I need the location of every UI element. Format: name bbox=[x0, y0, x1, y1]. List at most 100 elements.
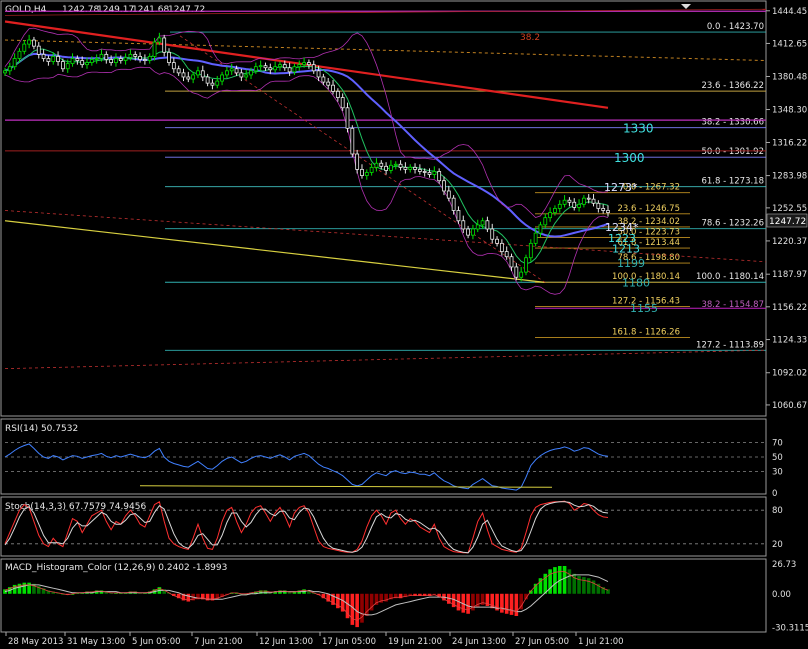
candle-body bbox=[70, 58, 75, 65]
price-tick-label: 1283.98 bbox=[772, 172, 807, 182]
time-tick-label: 1 Jul 21:00 bbox=[578, 637, 624, 647]
rsi-tick-label: 30 bbox=[772, 467, 783, 477]
price-tick-label: 1220.37 bbox=[772, 237, 807, 247]
candle-body bbox=[591, 198, 596, 204]
rsi-tick-label: 50 bbox=[772, 453, 783, 463]
chart-window: GOLD,H4 1242.78 1249.17 1241.68 1247.72 … bbox=[0, 0, 808, 649]
chart-canvas[interactable]: GOLD,H4 1242.78 1249.17 1241.68 1247.72 … bbox=[0, 0, 808, 649]
candle-body bbox=[471, 228, 475, 236]
stoch-tick-label: 80 bbox=[772, 506, 783, 516]
bollinger-lower bbox=[4, 66, 609, 295]
candle-body bbox=[490, 228, 495, 240]
candle-body bbox=[36, 45, 41, 55]
rsi-tick-label: 0 bbox=[772, 489, 777, 499]
macd-histogram-bar bbox=[553, 567, 557, 594]
candle-body bbox=[118, 58, 123, 61]
candle-body bbox=[114, 58, 118, 63]
fib-level-label: 0.0 - 1423.70 bbox=[707, 22, 764, 32]
candle-body bbox=[417, 169, 422, 172]
candle-body bbox=[56, 56, 60, 62]
time-tick-label: 19 Jun 21:00 bbox=[388, 637, 442, 647]
candle-body bbox=[142, 59, 147, 61]
fib-level-label: 38.2 - 1330.66 bbox=[701, 118, 764, 128]
candle-body bbox=[374, 162, 379, 168]
candle-body bbox=[225, 70, 229, 76]
candle-body bbox=[364, 172, 369, 176]
candle-body bbox=[485, 220, 490, 230]
macd-histogram-bar bbox=[562, 566, 567, 594]
macd-histogram-bar bbox=[519, 593, 523, 610]
candle-body bbox=[229, 68, 234, 72]
candle-body bbox=[495, 238, 499, 244]
candle-body bbox=[27, 39, 32, 45]
time-tick-label: 17 Jun 05:00 bbox=[322, 637, 376, 647]
candle-body bbox=[316, 70, 321, 78]
macd-histogram-bar bbox=[500, 593, 504, 613]
fib-level-label: 127.2 - 1113.89 bbox=[696, 340, 764, 350]
candle-body bbox=[504, 251, 509, 258]
candle-body bbox=[157, 37, 162, 43]
price-tick-label: 1412.65 bbox=[772, 39, 807, 49]
trend-line bbox=[4, 20, 609, 109]
price-level-annotation: 1273* bbox=[604, 181, 638, 194]
candle-body bbox=[475, 224, 480, 230]
candle-body bbox=[104, 53, 109, 60]
chart-shift-arrow-icon[interactable] bbox=[681, 4, 691, 9]
trend-line bbox=[4, 220, 546, 283]
candle-body bbox=[446, 190, 451, 199]
top-fib-label: 38.2 bbox=[520, 33, 540, 43]
candle-body bbox=[557, 203, 562, 209]
ohlc-high: 1249.17 bbox=[97, 5, 134, 15]
fib2-level-label: 161.8 - 1126.26 bbox=[612, 328, 680, 338]
candle-body bbox=[273, 66, 278, 71]
candle-body bbox=[60, 61, 65, 70]
candle-body bbox=[297, 64, 302, 68]
candle-body bbox=[413, 166, 417, 170]
candle-body bbox=[379, 162, 384, 167]
macd-histogram-bar bbox=[27, 582, 31, 594]
price-tick-label: 1252.55 bbox=[772, 204, 807, 214]
candle-body bbox=[437, 171, 442, 182]
macd-histogram-bar bbox=[582, 577, 586, 594]
candle-body bbox=[253, 66, 258, 72]
candle-body bbox=[75, 58, 80, 61]
time-tick-label: 31 May 13:00 bbox=[67, 637, 125, 647]
candle-body bbox=[514, 266, 519, 278]
candle-body bbox=[543, 217, 548, 226]
price-tick-label: 1187.97 bbox=[772, 270, 807, 280]
fib-level-label: 50.0 - 1301.92 bbox=[701, 147, 764, 157]
ohlc-low: 1241.68 bbox=[132, 5, 169, 15]
candle-body bbox=[451, 197, 456, 211]
candle-body bbox=[461, 220, 466, 230]
candle-body bbox=[3, 70, 7, 74]
candle-body bbox=[196, 70, 200, 76]
fib-level-label: 100.0 - 1180.14 bbox=[696, 272, 764, 282]
candle-body bbox=[533, 232, 538, 244]
price-level-annotation: 1330 bbox=[623, 121, 654, 135]
extension-label: 38.2 - 1154.87 bbox=[701, 300, 764, 310]
candle-body bbox=[432, 171, 437, 175]
macd-histogram-bar bbox=[577, 576, 581, 594]
macd-tick-label: 0.00 bbox=[772, 590, 791, 600]
candle-body bbox=[331, 84, 335, 92]
candle-body bbox=[577, 203, 581, 208]
symbol-title: GOLD,H4 bbox=[5, 5, 47, 15]
macd-histogram-bar bbox=[22, 582, 27, 594]
candle-body bbox=[360, 169, 364, 176]
candle-body bbox=[181, 72, 186, 78]
rsi-trend-line bbox=[139, 485, 553, 488]
candle-body bbox=[519, 271, 524, 278]
candle-body bbox=[263, 65, 268, 69]
candle-body bbox=[287, 67, 292, 73]
candle-body bbox=[509, 256, 514, 268]
candle-body bbox=[456, 210, 461, 222]
candle-body bbox=[340, 97, 345, 109]
price-level-annotation: 1199 bbox=[617, 257, 645, 270]
price-level-annotation: 1213 bbox=[612, 242, 640, 255]
candle-body bbox=[109, 59, 114, 63]
macd-histogram-bar bbox=[466, 593, 470, 614]
candle-body bbox=[292, 66, 297, 73]
candle-body bbox=[244, 74, 249, 78]
macd-tick-label: 26.73 bbox=[772, 560, 796, 570]
macd-histogram-bar bbox=[514, 593, 519, 616]
